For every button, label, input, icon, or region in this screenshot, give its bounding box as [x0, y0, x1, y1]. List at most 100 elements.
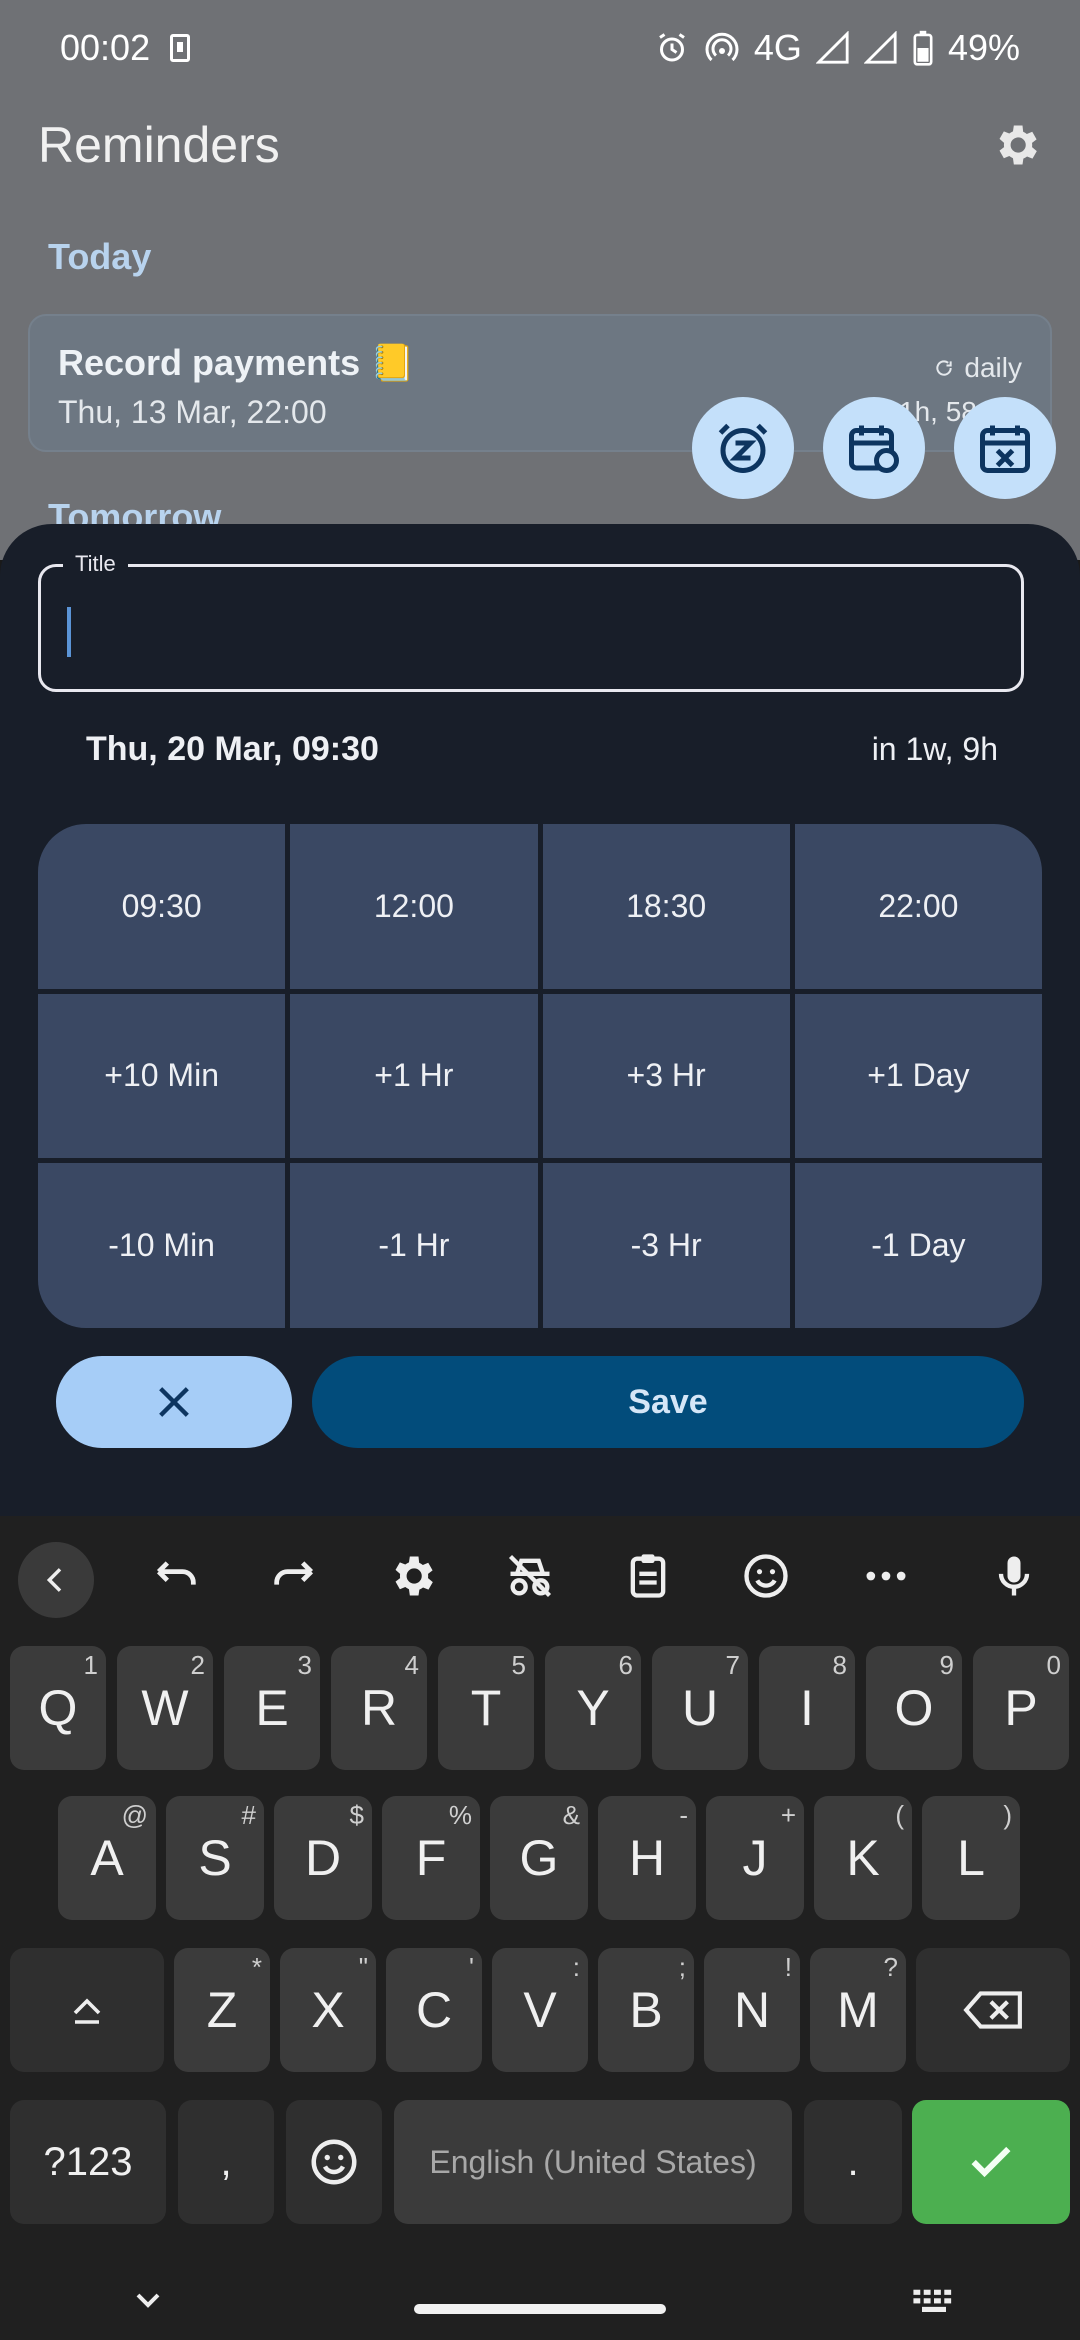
voice-input-button[interactable]	[984, 1546, 1044, 1606]
key-u[interactable]: U7	[652, 1646, 748, 1770]
gear-icon[interactable]	[990, 119, 1042, 171]
key-w[interactable]: W2	[117, 1646, 213, 1770]
relative-time: in 1w, 9h	[871, 730, 998, 767]
key-label: V	[523, 1982, 557, 2038]
key-c[interactable]: C '	[386, 1948, 482, 2072]
key-label: W	[141, 1680, 189, 1736]
keyboard-settings-button[interactable]	[382, 1546, 442, 1606]
keyboard-toolbar	[0, 1516, 1080, 1626]
key-label: H	[628, 1830, 666, 1886]
back-icon	[46, 1568, 62, 1592]
key-s[interactable]: S #	[166, 1796, 264, 1920]
key-k[interactable]: K(	[814, 1796, 912, 1920]
on-screen-keyboard: Q1 W2 E3 R4 T5 Y6 U7 I8 O9 P0 A @ S # D $ F…	[0, 1516, 1080, 2340]
period-key[interactable]: .	[804, 2100, 902, 2224]
symbols-key[interactable]: ?123	[10, 2100, 166, 2224]
key-hint: 9	[939, 1650, 954, 1680]
minus-1-day-button[interactable]: -1 Day	[794, 1163, 1042, 1328]
space-key[interactable]: English (United States)	[394, 2100, 792, 2224]
keyboard-switch-icon[interactable]	[910, 2280, 958, 2320]
enter-key[interactable]	[912, 2100, 1070, 2224]
hotspot-icon	[705, 32, 739, 62]
preset-1200[interactable]: 12:00	[290, 824, 538, 989]
preset-0930[interactable]: 09:30	[38, 824, 286, 989]
plus-1-day-button[interactable]: +1 Day	[794, 993, 1042, 1159]
key-i[interactable]: I8	[759, 1646, 855, 1770]
preset-1830[interactable]: 18:30	[542, 824, 790, 989]
comma-key[interactable]: ,	[178, 2100, 274, 2224]
snooze-icon	[718, 423, 768, 473]
toolbar-back-button[interactable]	[18, 1542, 94, 1618]
key-hint: 5	[511, 1650, 526, 1680]
title-field[interactable]: Title	[38, 551, 1024, 692]
hide-keyboard-icon[interactable]	[128, 2280, 168, 2320]
key-hint: (	[895, 1800, 904, 1830]
key-t[interactable]: T5	[438, 1646, 534, 1770]
minus-10-min-button[interactable]: -10 Min	[38, 1163, 286, 1328]
emoji-toolbar-button[interactable]	[736, 1546, 796, 1606]
key-label: X	[311, 1982, 345, 2038]
save-button[interactable]: Save	[312, 1356, 1024, 1448]
plus-10-min-button[interactable]: +10 Min	[38, 993, 286, 1159]
reminder-repeat-label: daily	[964, 352, 1022, 383]
key-x[interactable]: X "	[280, 1948, 376, 2072]
key-b[interactable]: B;	[598, 1948, 694, 2072]
key-p[interactable]: P0	[973, 1646, 1069, 1770]
undo-button[interactable]	[146, 1546, 206, 1606]
preset-2200[interactable]: 22:00	[794, 824, 1042, 989]
key-label: C	[415, 1982, 453, 2038]
key-q[interactable]: Q1	[10, 1646, 106, 1770]
key-hint: 8	[832, 1650, 847, 1680]
emoji-key[interactable]	[286, 2100, 382, 2224]
key-m[interactable]: M?	[810, 1948, 906, 2072]
incognito-button[interactable]	[500, 1546, 560, 1606]
cancel-date-button[interactable]	[954, 397, 1056, 499]
key-l[interactable]: L)	[922, 1796, 1020, 1920]
key-h[interactable]: H-	[598, 1796, 696, 1920]
plus-1-hr-button[interactable]: +1 Hr	[290, 993, 538, 1159]
key-label: S	[198, 1830, 232, 1886]
more-button[interactable]	[856, 1546, 916, 1606]
undo-icon	[156, 1561, 196, 1585]
key-label: Z	[206, 1982, 238, 2038]
redo-button[interactable]	[264, 1546, 324, 1606]
key-hint: )	[1003, 1800, 1012, 1830]
key-r[interactable]: R4	[331, 1646, 427, 1770]
key-o[interactable]: O9	[866, 1646, 962, 1770]
key-n[interactable]: N!	[704, 1948, 800, 2072]
repeat-icon	[936, 360, 953, 376]
key-hint: $	[349, 1800, 364, 1830]
key-y[interactable]: Y6	[545, 1646, 641, 1770]
backspace-key[interactable]	[916, 1948, 1070, 2072]
more-icon	[866, 1571, 906, 1581]
date-row[interactable]: Thu, 20 Mar, 09:30 in 1w, 9h	[86, 724, 998, 774]
reschedule-button[interactable]	[823, 397, 925, 499]
home-gesture-pill[interactable]	[414, 2304, 666, 2314]
app-title: Reminders	[38, 117, 280, 173]
snooze-button[interactable]	[692, 397, 794, 499]
key-a[interactable]: A @	[58, 1796, 156, 1920]
key-hint: 7	[725, 1650, 740, 1680]
minus-3-hr-button[interactable]: -3 Hr	[542, 1163, 790, 1328]
key-z[interactable]: Z *	[174, 1948, 270, 2072]
key-d[interactable]: D $	[274, 1796, 372, 1920]
cancel-button[interactable]	[56, 1356, 292, 1448]
key-f[interactable]: F%	[382, 1796, 480, 1920]
key-label: P	[1004, 1680, 1038, 1736]
key-label: L	[957, 1830, 985, 1886]
key-e[interactable]: E3	[224, 1646, 320, 1770]
mic-icon	[998, 1556, 1030, 1596]
key-hint: ;	[678, 1952, 686, 1982]
key-g[interactable]: G &	[490, 1796, 588, 1920]
key-v[interactable]: V:	[492, 1948, 588, 2072]
clipboard-button[interactable]	[618, 1546, 678, 1606]
signal-icon	[815, 31, 849, 64]
time-preset-grid: 09:30 12:00 18:30 22:00 +10 Min +1 Hr +3…	[38, 824, 1042, 1328]
key-hint: %	[448, 1800, 472, 1830]
emoji-key-icon	[311, 2139, 357, 2185]
key-j[interactable]: J +	[706, 1796, 804, 1920]
edit-reminder-sheet: Title Thu, 20 Mar, 09:30 in 1w, 9h 09:30…	[0, 524, 1080, 1516]
shift-key[interactable]	[10, 1948, 164, 2072]
plus-3-hr-button[interactable]: +3 Hr	[542, 993, 790, 1159]
minus-1-hr-button[interactable]: -1 Hr	[290, 1163, 538, 1328]
